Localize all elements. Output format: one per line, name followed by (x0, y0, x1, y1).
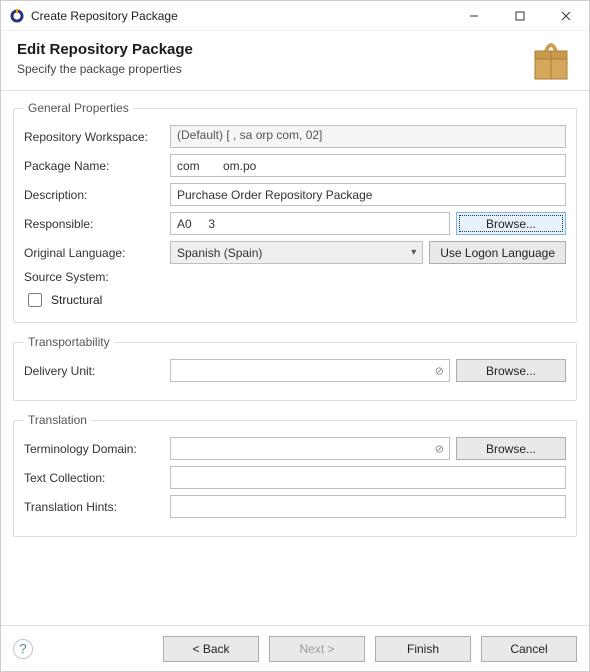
app-icon (9, 8, 25, 24)
terminology-domain-label: Terminology Domain: (24, 442, 164, 456)
translation-hints-input[interactable] (170, 495, 566, 518)
terminology-domain-input[interactable] (170, 437, 450, 460)
dialog-body: General Properties Repository Workspace:… (1, 91, 589, 625)
cancel-button[interactable]: Cancel (481, 636, 577, 662)
workspace-label: Repository Workspace: (24, 130, 164, 144)
structural-label: Structural (51, 293, 102, 307)
finish-button[interactable]: Finish (375, 636, 471, 662)
group-translation: Translation Terminology Domain: ⊘ Browse… (13, 413, 577, 537)
language-label: Original Language: (24, 246, 164, 260)
use-logon-language-button[interactable]: Use Logon Language (429, 241, 566, 264)
package-icon (527, 37, 575, 85)
group-general-legend: General Properties (24, 101, 133, 115)
chevron-down-icon: ▾ (411, 247, 416, 258)
next-button[interactable]: Next > (269, 636, 365, 662)
terminology-domain-browse-button[interactable]: Browse... (456, 437, 566, 460)
delivery-unit-label: Delivery Unit: (24, 364, 164, 378)
maximize-button[interactable] (497, 1, 543, 31)
description-input[interactable] (170, 183, 566, 206)
language-select-value: Spanish (Spain) (177, 246, 262, 260)
page-title: Edit Repository Package (17, 41, 573, 58)
group-transportability: Transportability Delivery Unit: ⊘ Browse… (13, 335, 577, 401)
clear-icon[interactable]: ⊘ (435, 442, 444, 455)
language-select[interactable]: Spanish (Spain) ▾ (170, 241, 423, 264)
page-subtitle: Specify the package properties (17, 62, 573, 76)
structural-checkbox[interactable] (28, 293, 42, 307)
group-translation-legend: Translation (24, 413, 91, 427)
clear-icon[interactable]: ⊘ (435, 364, 444, 377)
help-button[interactable]: ? (13, 639, 33, 659)
dialog-window: Create Repository Package Edit Repositor… (0, 0, 590, 672)
description-label: Description: (24, 188, 164, 202)
responsible-label: Responsible: (24, 217, 164, 231)
group-transportability-legend: Transportability (24, 335, 114, 349)
delivery-unit-browse-button[interactable]: Browse... (456, 359, 566, 382)
responsible-input[interactable] (170, 212, 450, 235)
responsible-browse-button[interactable]: Browse... (456, 212, 566, 235)
wizard-footer: ? < Back Next > Finish Cancel (1, 625, 589, 671)
package-name-label: Package Name: (24, 159, 164, 173)
wizard-header: Edit Repository Package Specify the pack… (1, 31, 589, 90)
titlebar: Create Repository Package (1, 1, 589, 31)
text-collection-label: Text Collection: (24, 471, 164, 485)
minimize-button[interactable] (451, 1, 497, 31)
group-general: General Properties Repository Workspace:… (13, 101, 577, 323)
translation-hints-label: Translation Hints: (24, 500, 164, 514)
delivery-unit-input[interactable] (170, 359, 450, 382)
package-name-input[interactable] (170, 154, 566, 177)
text-collection-input[interactable] (170, 466, 566, 489)
window-title: Create Repository Package (31, 9, 451, 23)
source-system-label: Source System: (24, 270, 164, 284)
back-button[interactable]: < Back (163, 636, 259, 662)
workspace-value: (Default) [ , sa orp com, 02] (170, 125, 566, 148)
close-button[interactable] (543, 1, 589, 31)
